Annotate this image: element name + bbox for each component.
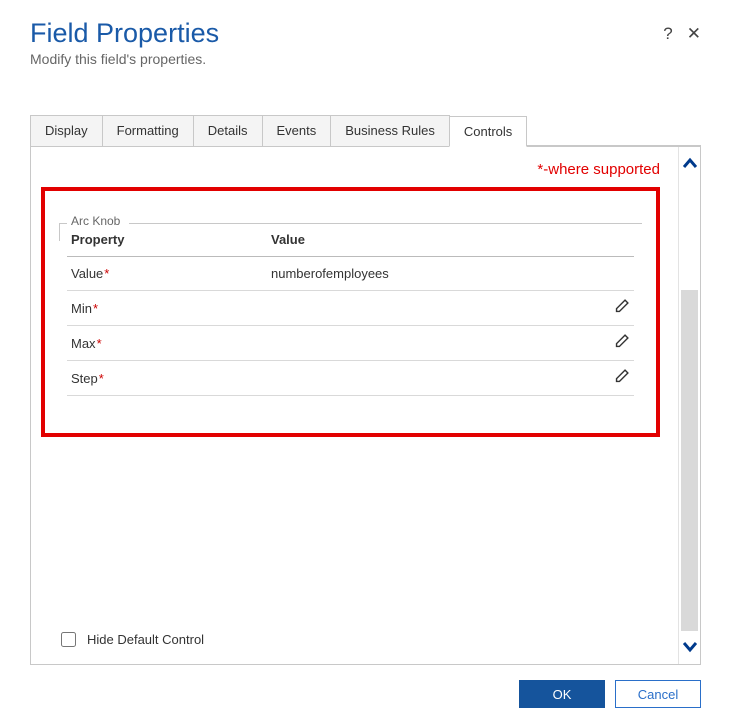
hide-default-control[interactable]: Hide Default Control [57, 629, 204, 650]
tab-panel-controls: *-where supported Arc Knob Property Valu… [31, 147, 678, 664]
edit-icon[interactable] [613, 368, 630, 385]
grid-row-step: Step* [67, 361, 634, 396]
where-supported-note: *-where supported [537, 161, 660, 178]
vertical-scrollbar[interactable] [678, 147, 700, 664]
tab-business-rules[interactable]: Business Rules [330, 115, 450, 146]
tab-formatting[interactable]: Formatting [102, 115, 194, 146]
dialog-title: Field Properties [30, 18, 663, 49]
prop-label: Min [71, 301, 92, 316]
required-icon: * [99, 371, 104, 386]
required-icon: * [93, 301, 98, 316]
tab-strip: Display Formatting Details Events Busine… [30, 115, 701, 147]
fieldset-legend: Arc Knob [67, 214, 124, 228]
properties-grid: Property Value Value* numberofemployees … [67, 223, 634, 396]
hide-default-label: Hide Default Control [87, 632, 204, 647]
tab-controls[interactable]: Controls [449, 116, 527, 147]
required-icon: * [104, 266, 109, 281]
prop-label: Step [71, 371, 98, 386]
close-icon[interactable]: ✕ [687, 24, 701, 44]
tab-details[interactable]: Details [193, 115, 263, 146]
scroll-down-icon[interactable] [679, 631, 700, 664]
prop-label: Value [71, 266, 103, 281]
scroll-thumb[interactable] [681, 290, 698, 631]
tab-events[interactable]: Events [262, 115, 332, 146]
prop-value: numberofemployees [271, 266, 602, 281]
required-icon: * [97, 336, 102, 351]
ok-button[interactable]: OK [519, 680, 605, 708]
scroll-up-icon[interactable] [679, 147, 700, 180]
tab-display[interactable]: Display [30, 115, 103, 146]
cancel-button[interactable]: Cancel [615, 680, 701, 708]
scroll-track[interactable] [679, 180, 700, 631]
hide-default-checkbox[interactable] [61, 632, 76, 647]
grid-header-value: Value [271, 232, 602, 247]
grid-header-property: Property [71, 232, 271, 247]
prop-label: Max [71, 336, 96, 351]
edit-icon[interactable] [613, 333, 630, 350]
grid-row-min: Min* [67, 291, 634, 326]
help-icon[interactable]: ? [663, 24, 672, 44]
edit-icon[interactable] [613, 298, 630, 315]
highlight-box: Arc Knob Property Value Value* numberofe… [41, 187, 660, 437]
grid-row-value: Value* numberofemployees [67, 257, 634, 291]
dialog-subtitle: Modify this field's properties. [30, 51, 701, 67]
grid-row-max: Max* [67, 326, 634, 361]
